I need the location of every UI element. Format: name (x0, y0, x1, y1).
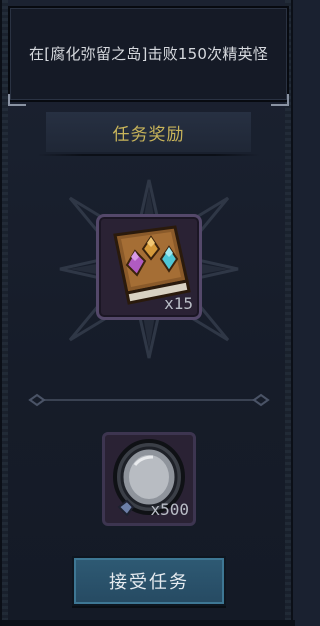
accept-quest-button-label: 接受任务 (109, 572, 189, 593)
rewards-header: 任务奖励 (46, 112, 251, 152)
reward-item-coin[interactable]: x500 (102, 432, 196, 526)
quest-description-box: 在[腐化弥留之岛]击败150次精英怪 (8, 6, 289, 106)
rewards-header-label: 任务奖励 (112, 124, 185, 145)
quest-panel: 在[腐化弥留之岛]击败150次精英怪 任务奖励 x15 x500 接受任务 (0, 0, 295, 626)
reward-item-coin-quantity: x500 (150, 500, 189, 519)
accept-quest-button[interactable]: 接受任务 (72, 556, 226, 606)
quest-description: 在[腐化弥留之岛]击败150次精英怪 (29, 45, 268, 63)
reward-item-book-quantity: x15 (164, 294, 193, 313)
reward-item-book[interactable]: x15 (96, 214, 202, 320)
panel-bottom-edge (2, 620, 295, 626)
section-divider (28, 393, 270, 407)
rewards-header-underline (38, 154, 259, 156)
